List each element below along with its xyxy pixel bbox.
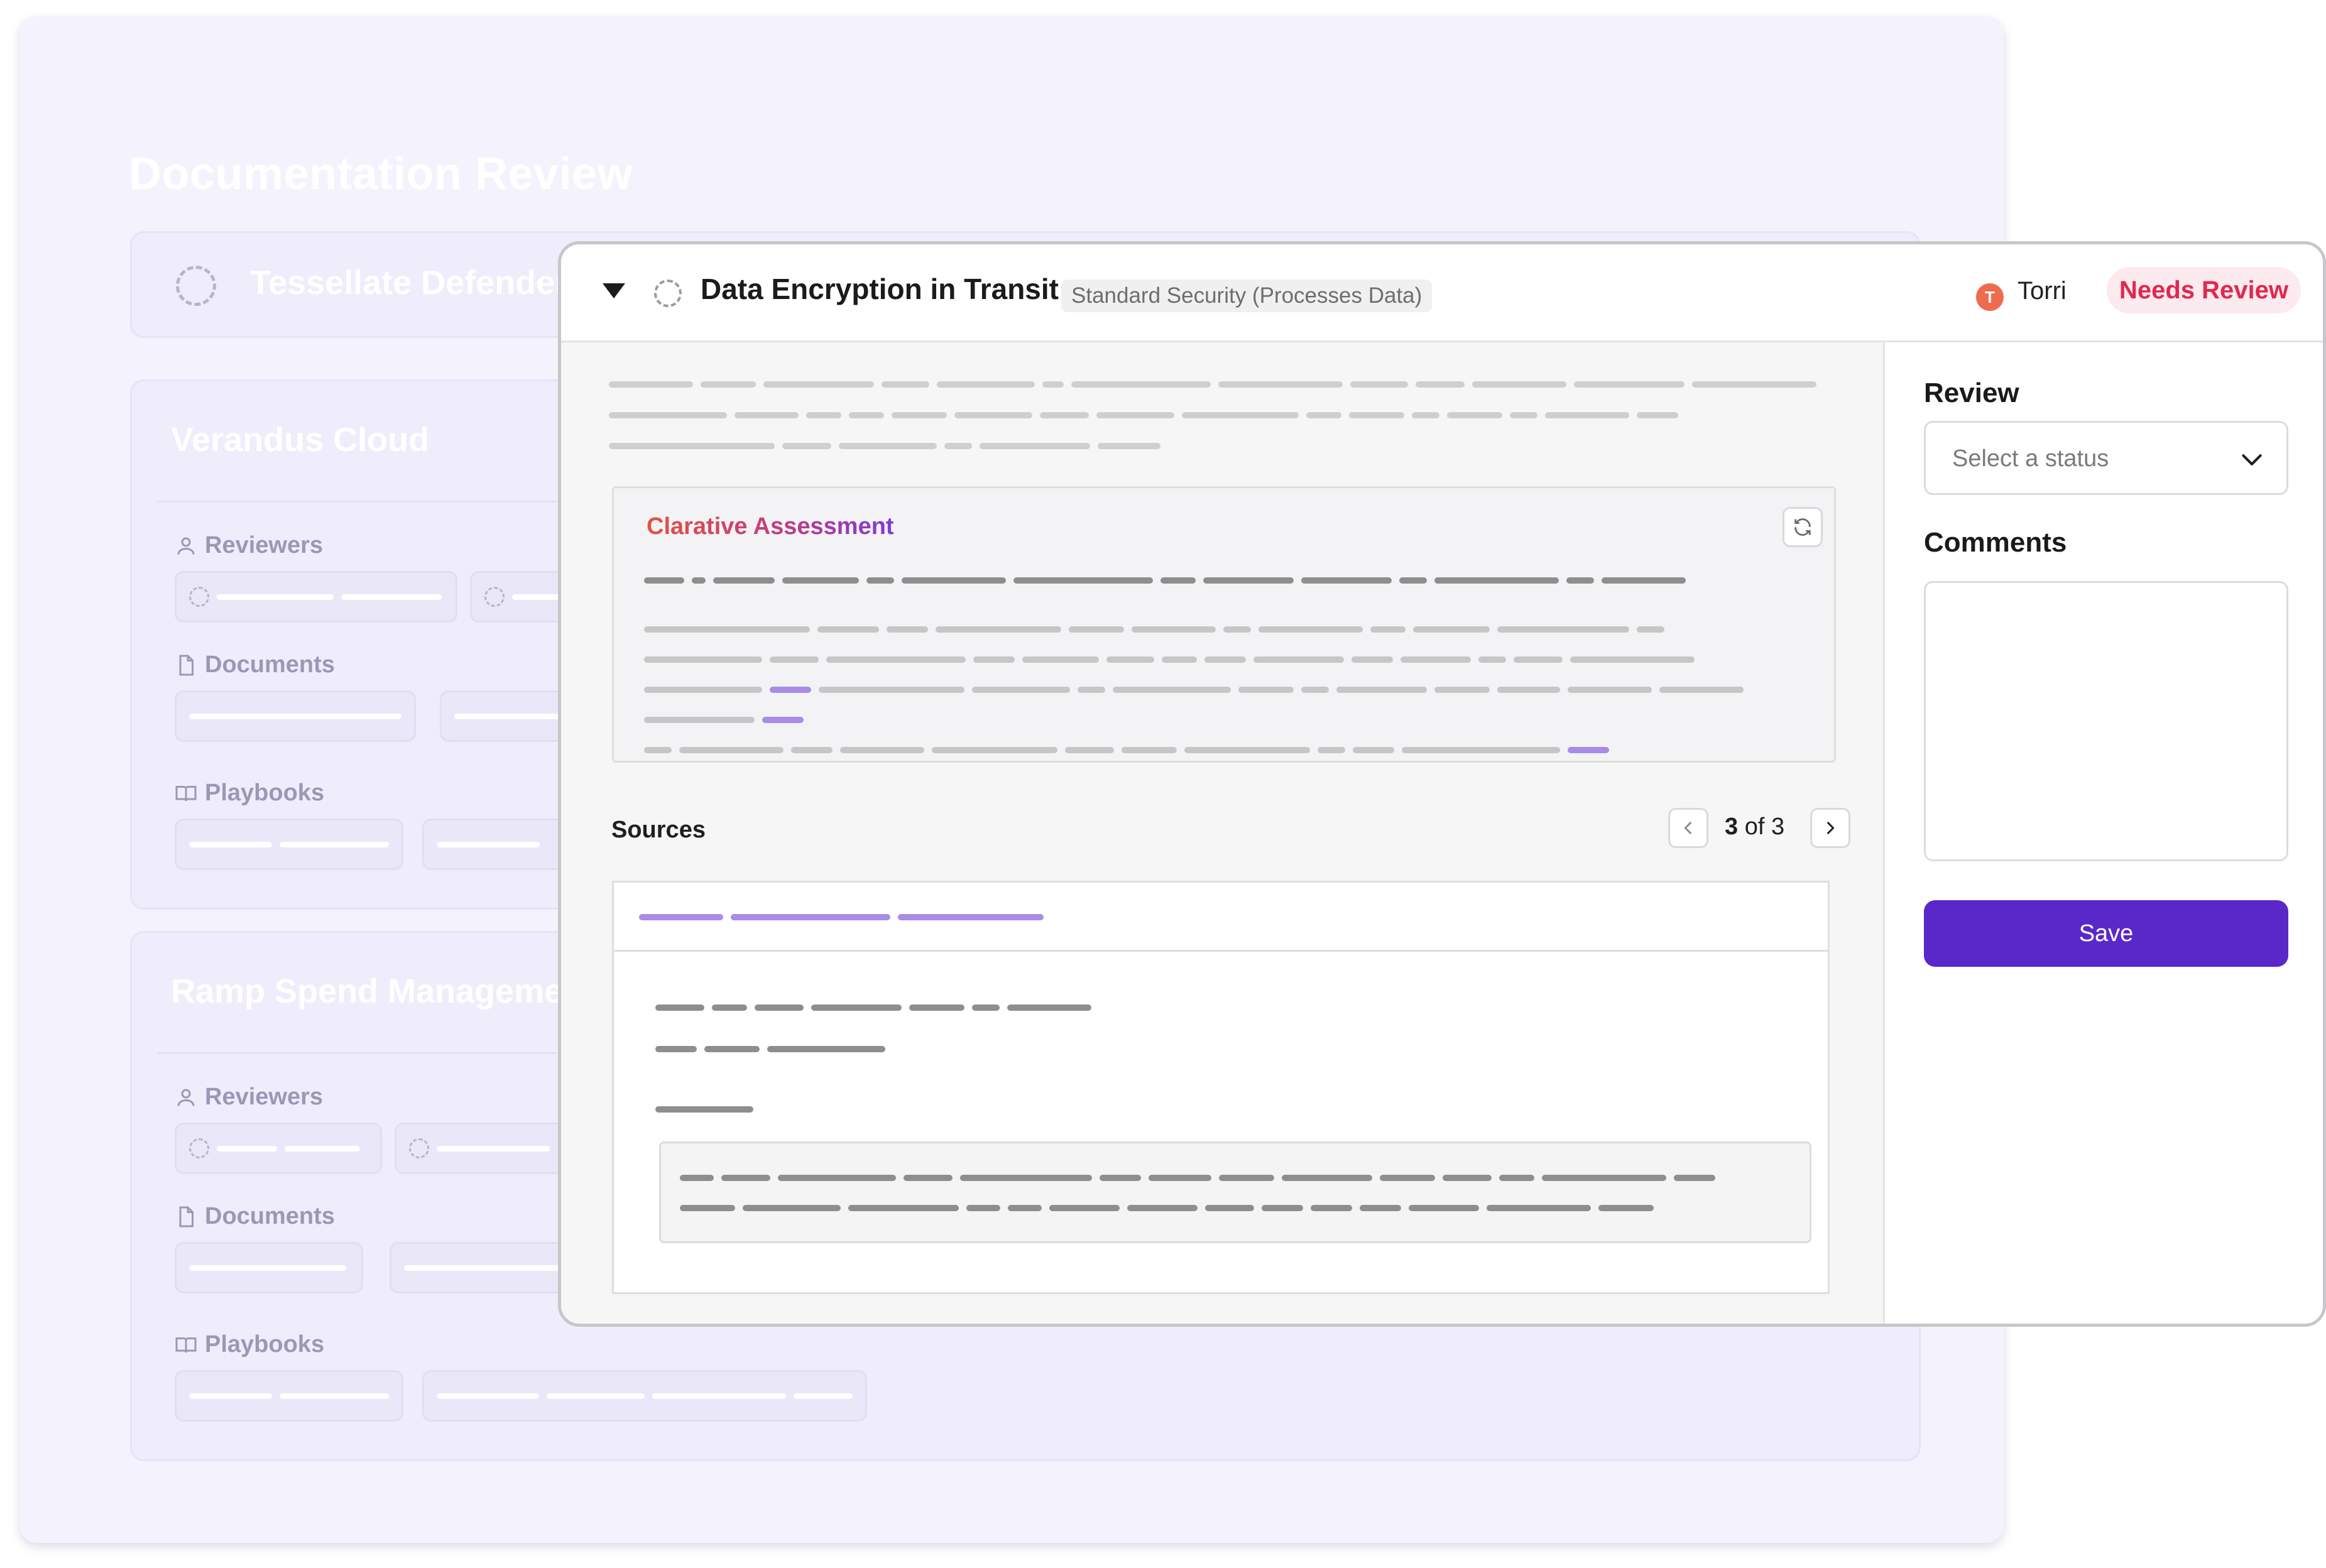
reviewer-chip[interactable] <box>175 571 457 623</box>
comments-label: Comments <box>1924 527 2067 558</box>
chevron-left-icon <box>1684 822 1691 834</box>
pending-spinner-icon <box>409 1138 429 1158</box>
document-chip[interactable] <box>175 690 416 742</box>
playbook-chip[interactable] <box>175 819 403 870</box>
vendor-name: Tessellate Defender <box>250 264 569 302</box>
book-icon <box>175 785 197 801</box>
status-badge: Needs Review <box>2107 267 2301 313</box>
source-quote-block <box>659 1141 1811 1243</box>
requirement-detail-panel: Data Encryption in Transit Standard Secu… <box>558 241 2326 1327</box>
assessment-body-placeholder <box>644 626 1664 633</box>
requirement-title: Data Encryption in Transit <box>701 273 1059 305</box>
source-text-placeholder <box>655 1046 885 1052</box>
pending-spinner-icon <box>189 587 209 607</box>
chevron-right-icon <box>1827 822 1835 834</box>
source-current: 3 <box>1725 814 1739 840</box>
comments-textarea[interactable] <box>1924 581 2288 861</box>
document-icon <box>179 1206 194 1227</box>
assessment-summary-placeholder <box>644 577 1686 584</box>
source-pager-text: 3 of 3 <box>1725 814 1784 841</box>
assessment-body-placeholder <box>644 747 1609 753</box>
source-document-title-placeholder <box>639 914 1044 920</box>
reviewer-chip[interactable] <box>175 1123 382 1174</box>
assessment-body-placeholder <box>644 717 804 723</box>
description-placeholder <box>609 381 1816 388</box>
description-placeholder <box>609 412 1678 418</box>
playbooks-label: Playbooks <box>175 780 324 807</box>
assessment-card: Clarative Assessment <box>612 486 1836 763</box>
detail-header: Data Encryption in Transit Standard Secu… <box>561 244 2323 342</box>
vendor-card-title: Verandus Cloud <box>171 421 430 459</box>
assignee-name[interactable]: Torri <box>2018 277 2067 305</box>
next-source-button[interactable] <box>1810 808 1850 848</box>
source-document-header[interactable] <box>612 881 1830 950</box>
review-sidebar: Review Select a status Comments Save <box>1883 342 2323 1324</box>
pending-spinner-icon <box>176 266 216 306</box>
assessment-body-placeholder <box>644 687 1744 693</box>
assessment-body-placeholder <box>644 656 1695 663</box>
review-label: Review <box>1924 378 2019 408</box>
pending-spinner-icon <box>484 587 505 607</box>
documents-label: Documents <box>175 1203 335 1230</box>
user-icon <box>177 537 195 555</box>
playbook-chip[interactable] <box>175 1370 403 1422</box>
source-text-placeholder <box>655 1106 753 1113</box>
source-text-placeholder <box>655 1004 1091 1011</box>
review-status-select[interactable]: Select a status <box>1924 421 2288 495</box>
chevron-down-icon <box>2242 454 2262 466</box>
book-icon <box>175 1337 197 1353</box>
refresh-icon <box>1794 518 1811 536</box>
playbooks-label: Playbooks <box>175 1331 324 1358</box>
description-placeholder <box>609 443 1160 449</box>
page-title: Documentation Review <box>129 149 633 199</box>
assessment-title: Clarative Assessment <box>647 513 894 540</box>
source-excerpt <box>612 950 1830 1294</box>
pending-spinner-icon <box>654 280 682 307</box>
vendor-card-title: Ramp Spend Management <box>171 972 596 1010</box>
caret-down-icon[interactable] <box>601 282 626 300</box>
documents-label: Documents <box>175 651 335 678</box>
reviewers-label: Reviewers <box>175 1084 323 1111</box>
prev-source-button[interactable] <box>1668 808 1708 848</box>
quote-text-placeholder <box>680 1205 1654 1211</box>
category-badge: Standard Security (Processes Data) <box>1061 280 1433 312</box>
pending-spinner-icon <box>189 1138 209 1158</box>
playbook-chip[interactable] <box>422 1370 867 1422</box>
avatar: T <box>1976 283 2004 311</box>
detail-main: Clarative Assessment Sources 3 of 3 <box>561 342 1883 1324</box>
reviewers-label: Reviewers <box>175 532 323 559</box>
source-total: of 3 <box>1738 814 1785 840</box>
sources-label: Sources <box>611 817 706 843</box>
document-icon <box>179 655 194 675</box>
refresh-button[interactable] <box>1783 507 1823 547</box>
document-chip[interactable] <box>175 1242 363 1293</box>
quote-text-placeholder <box>680 1175 1715 1181</box>
user-icon <box>177 1089 195 1106</box>
status-select-placeholder: Select a status <box>1952 445 2109 472</box>
save-button[interactable]: Save <box>1924 900 2288 967</box>
